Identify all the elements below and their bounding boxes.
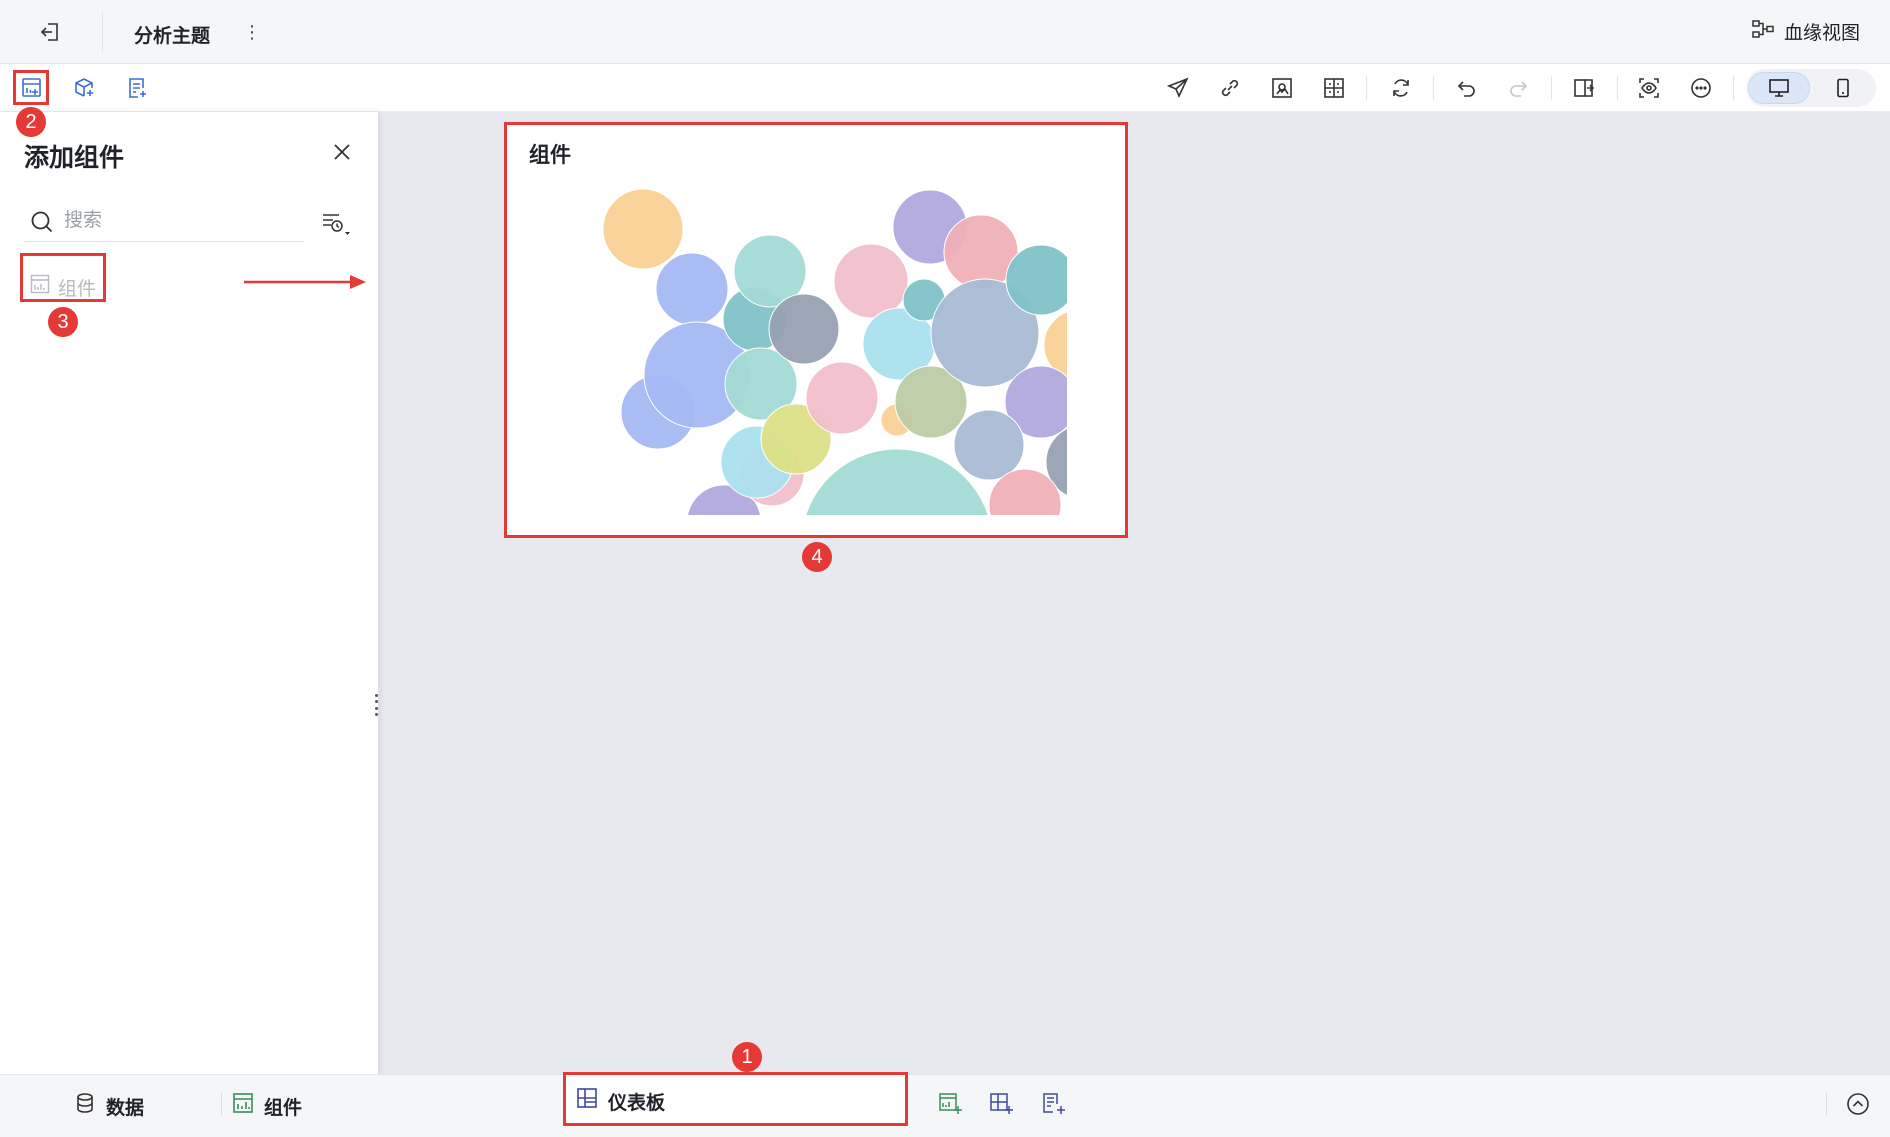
component-list-item[interactable]: 组件: [26, 266, 104, 308]
desktop-icon[interactable]: [1748, 72, 1810, 104]
bubble-chart: [602, 188, 1067, 535]
lineage-view-label: 血缘视图: [1783, 23, 1860, 44]
header-divider: [102, 12, 103, 52]
lineage-view-button[interactable]: 血缘视图: [1752, 18, 1860, 45]
bubble: [805, 361, 879, 435]
component-tab-label: 组件: [264, 1097, 303, 1119]
bubble: [988, 468, 1062, 515]
add-component-panel: 添加组件 组件: [0, 112, 378, 1074]
annotation-badge-1: 1: [732, 1042, 762, 1072]
bubble: [833, 243, 909, 319]
redo-icon[interactable]: [1503, 73, 1533, 103]
dashboard-icon: [576, 1087, 598, 1115]
screenshot-icon[interactable]: [1267, 73, 1297, 103]
more-vertical-icon[interactable]: ⋮: [243, 20, 261, 44]
send-icon[interactable]: [1163, 73, 1193, 103]
toolbar-divider: [1551, 76, 1552, 100]
drag-arrow: [244, 275, 366, 289]
layout-icon[interactable]: [1319, 73, 1349, 103]
exit-icon[interactable]: [34, 18, 66, 46]
device-switcher: [1746, 69, 1876, 107]
footer-divider: [221, 1093, 222, 1115]
add-dashboard-icon[interactable]: [987, 1089, 1017, 1119]
annotation-badge-3: 3: [48, 307, 78, 337]
toolbar-divider: [1366, 76, 1367, 100]
annotation-badge-4: 4: [802, 542, 832, 572]
refresh-icon[interactable]: [1386, 73, 1416, 103]
add-model-icon[interactable]: [69, 73, 99, 103]
bubble: [953, 409, 1025, 481]
annotation-badge-2: 2: [16, 107, 46, 137]
filter-sort-icon[interactable]: [316, 208, 356, 242]
search-field: [24, 202, 304, 242]
data-tab-label: 数据: [106, 1097, 145, 1119]
dashboard-tab-label: 仪表板: [608, 1092, 666, 1114]
chart-component-icon: [30, 274, 50, 300]
footer-divider: [1826, 1093, 1827, 1115]
chart-component-card[interactable]: 组件: [507, 125, 1125, 535]
page-title: 分析主题: [134, 26, 211, 47]
add-report-icon[interactable]: [1039, 1089, 1069, 1119]
component-tab[interactable]: 组件: [232, 1092, 302, 1120]
add-report-icon[interactable]: [122, 73, 152, 103]
bubble: [768, 293, 840, 365]
add-chart-icon[interactable]: [17, 73, 47, 103]
link-icon[interactable]: [1215, 73, 1245, 103]
collapse-up-icon[interactable]: [1843, 1089, 1873, 1119]
toolbar-divider: [1617, 76, 1618, 100]
dashboard-tab[interactable]: 仪表板: [566, 1075, 906, 1127]
bubble: [1005, 244, 1067, 316]
bubble: [655, 252, 729, 326]
database-icon: [74, 1092, 96, 1120]
search-input[interactable]: [64, 206, 294, 236]
chart-component-icon: [232, 1092, 254, 1120]
mobile-icon[interactable]: [1812, 72, 1874, 104]
lineage-icon: [1752, 19, 1774, 45]
toolbar-divider: [1433, 76, 1434, 100]
undo-icon[interactable]: [1452, 73, 1482, 103]
data-tab[interactable]: 数据: [74, 1092, 144, 1120]
bubble: [736, 532, 808, 535]
panel-title: 添加组件: [24, 144, 125, 172]
bubble: [602, 188, 684, 270]
panel-resize-handle[interactable]: [370, 694, 382, 716]
bottom-bar: 数据 组件 仪表板: [0, 1074, 1890, 1137]
more-icon[interactable]: [1686, 73, 1716, 103]
add-component-icon[interactable]: [936, 1089, 966, 1119]
editor-toolbar: [0, 64, 1890, 112]
search-icon: [30, 210, 54, 239]
toolbar-divider: [1733, 76, 1734, 100]
close-icon[interactable]: [330, 140, 354, 164]
preview-icon[interactable]: [1634, 73, 1664, 103]
export-icon[interactable]: [1569, 73, 1599, 103]
app-header: 分析主题 ⋮ 血缘视图: [0, 0, 1890, 64]
component-item-label: 组件: [58, 278, 97, 300]
